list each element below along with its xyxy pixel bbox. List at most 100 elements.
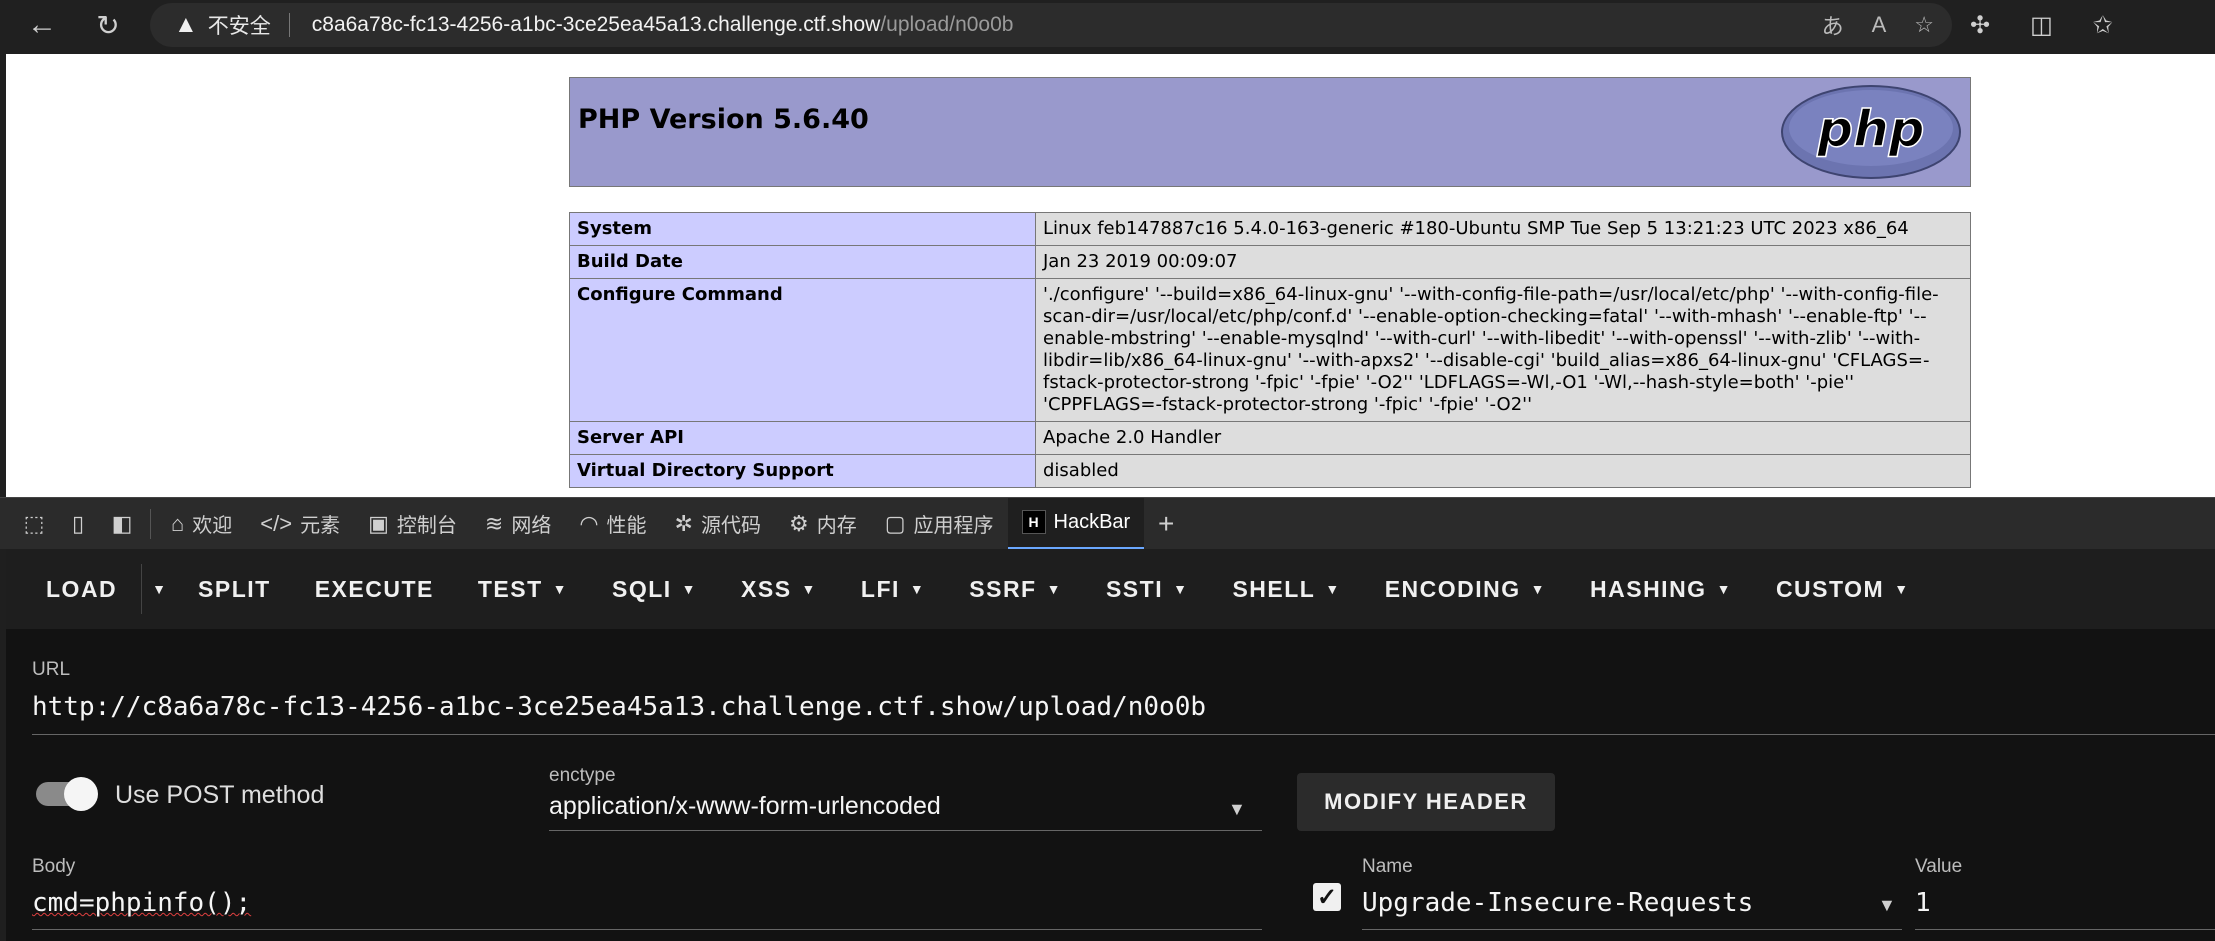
caret-down-icon: ▼ [801,581,817,597]
split-button[interactable]: SPLIT [176,549,293,629]
header-enabled-checkbox[interactable]: ✓ [1313,883,1341,911]
read-aloud-icon[interactable]: A [1872,12,1887,38]
tab-welcome[interactable]: ⌂ 欢迎 [157,498,246,550]
url-input[interactable]: http://c8a6a78c-fc13-4256-a1bc-3ce25ea45… [32,692,1206,722]
modify-header-button[interactable]: MODIFY HEADER [1297,773,1555,831]
menu-label: LFI [860,575,900,602]
add-tab-icon[interactable]: + [1144,508,1188,540]
devtools-tabbar: ⬚ ▯ ◧ ⌂ 欢迎 </> 元素 ▣ 控制台 ≋ 网络 ◠ 性能 ✲ 源代码 ⚙ 内存 ▢ 应… [0,497,2215,550]
header-value-label: Value [1915,856,1963,877]
post-toggle-knob[interactable] [64,777,98,811]
body-label: Body [32,856,76,877]
address-bar-actions: あ A ☆ [1822,3,1934,47]
row-label: Build Date [569,245,1036,279]
divider [150,508,151,539]
tab-memory[interactable]: ⚙ 内存 [775,498,871,550]
browser-actions: ✣ ◫ ✩ [1970,0,2113,50]
hackbar-toolbar: LOAD ▼ SPLIT EXECUTE TEST ▼ SQLI ▼ XSS ▼ LF… [6,549,2215,629]
xss-menu[interactable]: XSS ▼ [719,549,839,629]
header-name-input[interactable]: Upgrade-Insecure-Requests [1362,888,1753,918]
tab-elements[interactable]: </> 元素 [246,498,354,550]
custom-menu[interactable]: CUSTOM ▼ [1754,549,1932,629]
hackbar-icon: H [1021,510,1046,534]
star-icon[interactable]: ☆ [1914,12,1934,38]
test-menu[interactable]: TEST ▼ [456,549,590,629]
url-underline [32,734,2215,735]
enctype-select[interactable]: application/x-www-form-urlencoded [549,792,941,821]
menu-label: CUSTOM [1775,575,1885,602]
url-host[interactable]: c8a6a78c-fc13-4256-a1bc-3ce25ea45a13.cha… [312,13,881,37]
favorites-icon[interactable]: ✩ [2093,11,2113,40]
tab-hackbar[interactable]: H HackBar [1007,497,1145,550]
device-toolbar-icon[interactable]: ▯ [56,511,100,537]
extensions-icon[interactable]: ✣ [1970,11,1990,40]
ssrf-menu[interactable]: SSRF ▼ [947,549,1084,629]
url-path[interactable]: /upload/n0o0b [880,13,1013,37]
enctype-underline [549,830,1262,831]
shell-menu[interactable]: SHELL ▼ [1210,549,1362,629]
tab-application[interactable]: ▢ 应用程序 [871,498,1008,550]
address-bar[interactable]: ▲ 不安全 c8a6a78c-fc13-4256-a1bc-3ce25ea45a… [150,3,1952,47]
php-logo-text: php [1816,100,1924,158]
caret-down-icon: ▼ [1530,581,1547,597]
body-input[interactable]: cmd=phpinfo(); [32,888,251,918]
reload-icon[interactable]: ↻ [88,5,128,45]
load-dropdown-icon[interactable]: ▼ [142,581,176,597]
back-arrow-icon[interactable]: ← [22,5,62,45]
url-label: URL [32,659,71,680]
row-value: Apache 2.0 Handler [1035,421,1971,455]
sqli-menu[interactable]: SQLI ▼ [590,549,719,629]
tab-sources[interactable]: ✲ 源代码 [661,498,775,550]
header-value-input[interactable]: 1 [1915,888,1931,918]
chevron-down-icon[interactable]: ▼ [1228,799,1246,820]
caret-down-icon: ▼ [552,581,568,597]
caret-down-icon: ▼ [1716,581,1732,597]
execute-button[interactable]: EXECUTE [293,549,456,629]
tab-label: 源代码 [700,515,761,537]
tab-performance[interactable]: ◠ 性能 [565,498,660,550]
inspect-icon[interactable]: ⬚ [12,511,56,537]
encoding-menu[interactable]: ENCODING ▼ [1363,549,1568,629]
header-name-underline [1362,929,1902,930]
warning-icon[interactable]: ▲ [174,11,198,39]
application-icon: ▢ [884,510,906,536]
table-row: System Linux feb147887c16 5.4.0-163-gene… [569,212,1971,246]
caret-down-icon: ▼ [909,581,926,597]
code-icon: </> [260,510,293,536]
ssti-menu[interactable]: SSTI ▼ [1084,549,1210,629]
checkmark-icon: ✓ [1316,883,1338,911]
php-version-title: PHP Version 5.6.40 [578,104,869,135]
caret-down-icon: ▼ [1325,581,1341,597]
split-screen-icon[interactable]: ◫ [2030,11,2053,40]
row-value: Linux feb147887c16 5.4.0-163-generic #18… [1035,212,1971,246]
menu-label: ENCODING [1384,575,1521,602]
row-value: Jan 23 2019 00:09:07 [1035,245,1971,279]
hashing-menu[interactable]: HASHING ▼ [1568,549,1754,629]
phpinfo-table: System Linux feb147887c16 5.4.0-163-gene… [569,212,1971,488]
tab-console[interactable]: ▣ 控制台 [354,498,471,550]
row-label: Virtual Directory Support [569,454,1036,488]
menu-label: HASHING [1590,575,1707,602]
load-button[interactable]: LOAD [22,549,141,629]
table-row: Configure Command './configure' '--build… [569,278,1971,422]
tab-label: 内存 [816,515,857,537]
dock-icon[interactable]: ◧ [100,511,144,537]
insecure-label[interactable]: 不安全 [208,10,271,40]
chevron-down-icon[interactable]: ▼ [1878,895,1896,916]
bug-icon: ✲ [674,510,693,536]
php-logo-icon: php [1781,85,1961,179]
row-label: Configure Command [569,278,1036,422]
menu-label: XSS [741,575,792,602]
menu-label: SHELL [1232,575,1316,602]
table-row: Build Date Jan 23 2019 00:09:07 [569,245,1971,279]
tab-label: 性能 [606,515,647,537]
table-row: Server API Apache 2.0 Handler [569,421,1971,455]
tab-label: 控制台 [396,515,457,537]
caret-down-icon: ▼ [1894,581,1910,597]
tab-network[interactable]: ≋ 网络 [471,498,565,550]
performance-icon: ◠ [579,510,599,536]
translate-icon[interactable]: あ [1822,9,1844,41]
browser-toolbar: ← ↻ ▲ 不安全 c8a6a78c-fc13-4256-a1bc-3ce25e… [0,0,2215,50]
lfi-menu[interactable]: LFI ▼ [839,549,947,629]
tab-label: 网络 [511,515,552,537]
